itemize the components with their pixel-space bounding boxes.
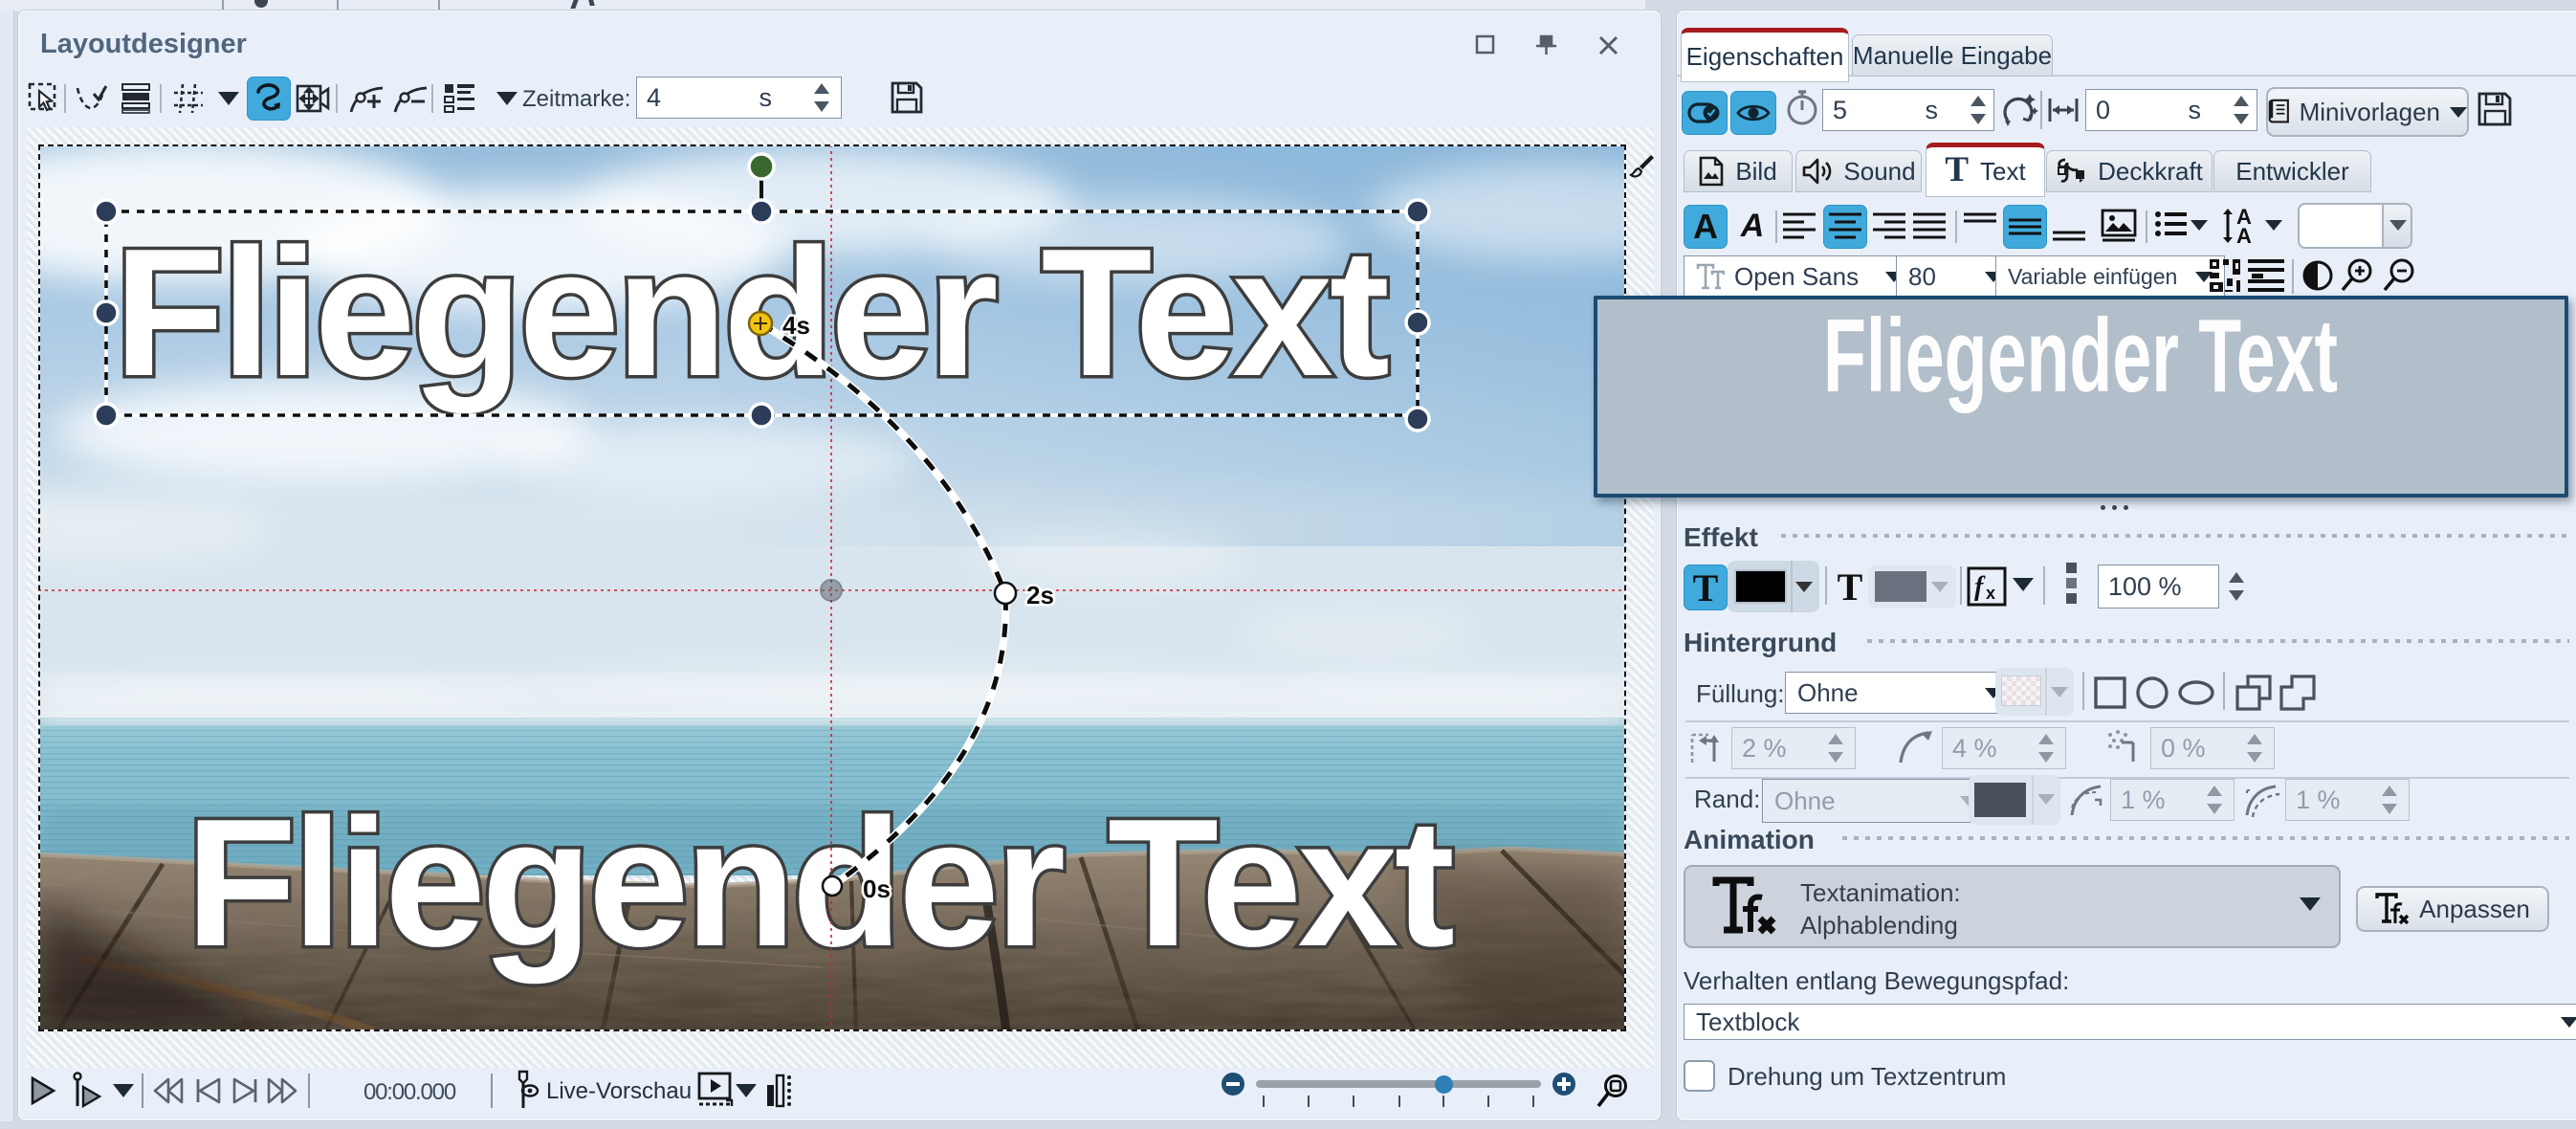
svg-text:f: f [1974,572,1986,602]
svg-text:Fliegender Text: Fliegender Text [1823,299,2338,414]
svg-text:A: A [2236,224,2252,245]
svg-text:x: x [1986,584,1995,603]
